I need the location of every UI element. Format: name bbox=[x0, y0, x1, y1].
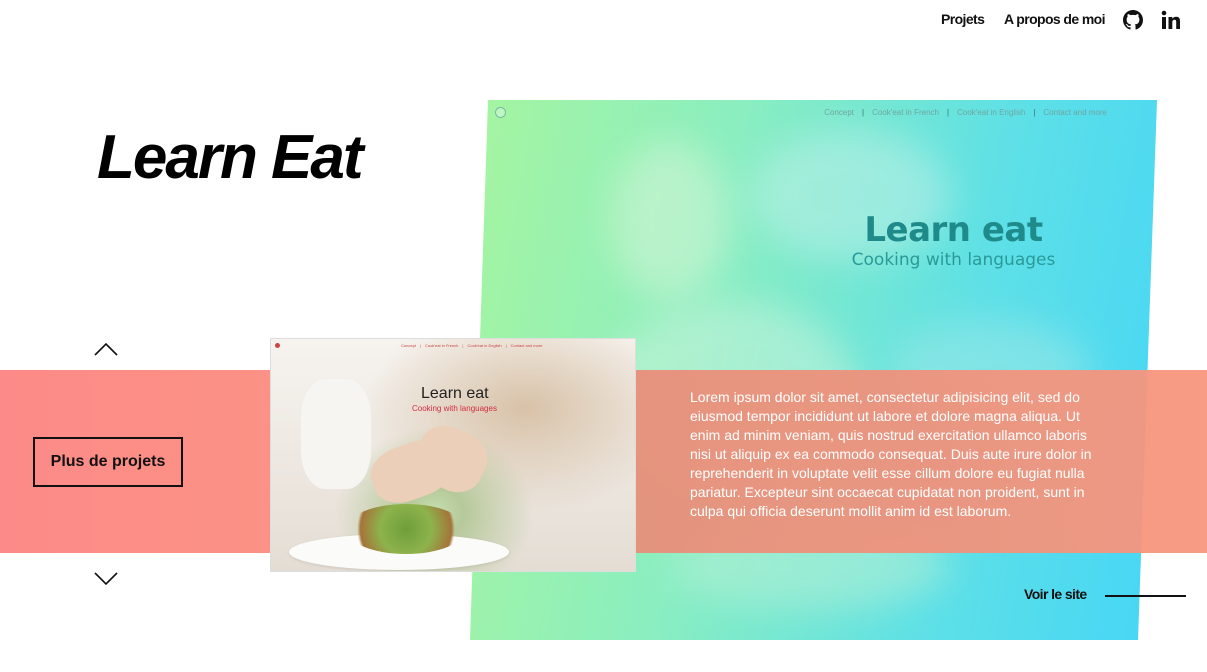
github-icon[interactable] bbox=[1123, 10, 1143, 30]
more-projects-button[interactable]: Plus de projets bbox=[33, 437, 183, 487]
thumbnail-mini-nav-item: Concept bbox=[401, 343, 416, 348]
hero-mini-nav-item: Cook'eat in French bbox=[872, 108, 940, 117]
thumbnail-logo-icon bbox=[275, 343, 280, 348]
hero-mini-nav-item: Cook'eat in English bbox=[957, 108, 1026, 117]
hero-title: Learn eat bbox=[864, 210, 1043, 250]
visit-site-link[interactable]: Voir le site bbox=[1024, 586, 1087, 602]
project-thumbnail: Concept | Cook'eat in French | Cook'eat … bbox=[270, 338, 636, 572]
hero-subtitle: Cooking with languages bbox=[851, 250, 1056, 270]
project-description: Lorem ipsum dolor sit amet, consectetur … bbox=[690, 389, 1092, 519]
thumbnail-subtitle: Cooking with languages bbox=[412, 404, 497, 413]
thumbnail-mini-nav-item: Cook'eat in French bbox=[424, 343, 459, 348]
divider bbox=[1105, 595, 1186, 597]
page-title: Learn Eat bbox=[97, 123, 364, 192]
hero-mini-nav-item: Concept bbox=[824, 108, 855, 117]
thumbnail-mini-nav-item: Contact and more bbox=[510, 343, 543, 348]
thumbnail-mini-nav-item: Cook'eat in English bbox=[467, 343, 502, 348]
nav-about-link[interactable]: A propos de moi bbox=[1004, 11, 1106, 27]
chevron-up-icon[interactable] bbox=[94, 342, 118, 356]
thumbnail-shape bbox=[301, 379, 371, 489]
linkedin-icon[interactable] bbox=[1161, 10, 1181, 30]
divider: | bbox=[462, 343, 464, 348]
thumbnail-mini-nav: Concept | Cook'eat in French | Cook'eat … bbox=[401, 343, 542, 348]
nav-projects-link[interactable]: Projets bbox=[941, 11, 985, 27]
divider: | bbox=[419, 343, 421, 348]
hero-mini-nav-item: Contact and more bbox=[1043, 108, 1107, 117]
chevron-down-icon[interactable] bbox=[94, 572, 118, 586]
hero-mini-nav: Concept | Cook'eat in French | Cook'eat … bbox=[824, 108, 1107, 117]
divider: | bbox=[1033, 108, 1036, 117]
divider: | bbox=[862, 108, 865, 117]
thumbnail-shape bbox=[346, 504, 466, 554]
divider: | bbox=[947, 108, 950, 117]
thumbnail-title: Learn eat bbox=[421, 385, 489, 402]
divider: | bbox=[505, 343, 507, 348]
hero-logo-icon bbox=[495, 107, 506, 118]
